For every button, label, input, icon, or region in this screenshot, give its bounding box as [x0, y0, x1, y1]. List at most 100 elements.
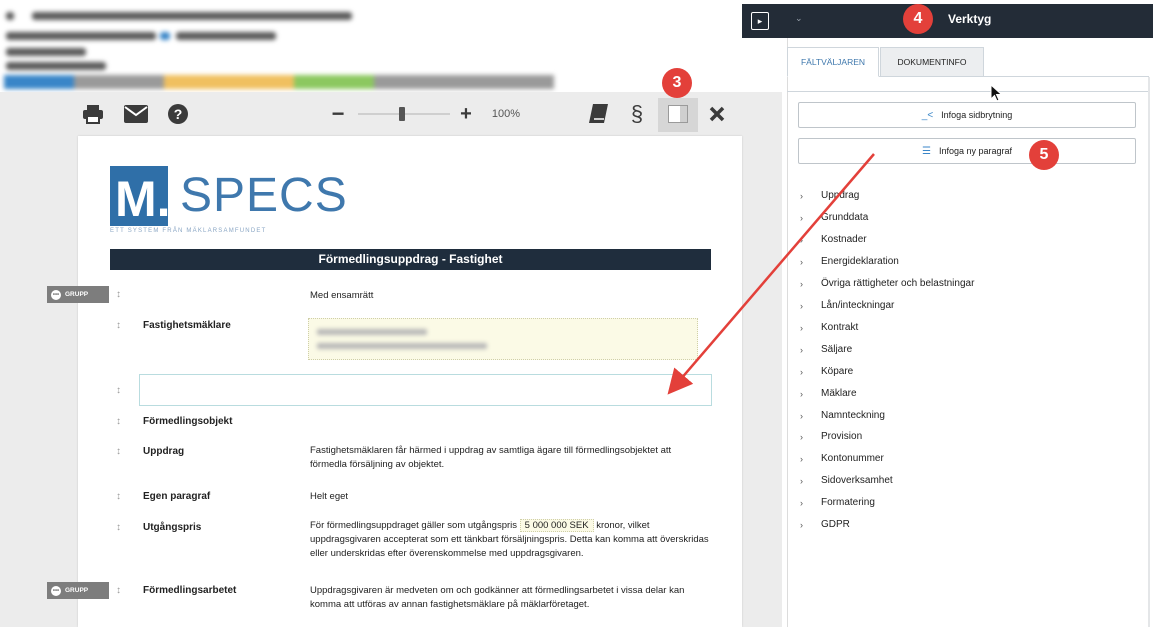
category-label: Kontonummer	[821, 453, 884, 464]
category-item[interactable]: › Sidoverksamhet	[800, 475, 893, 486]
category-item[interactable]: › Säljare	[800, 344, 852, 355]
chevron-down-icon[interactable]: ⌄	[795, 13, 803, 24]
row-text[interactable]: Uppdragsgivaren är medveten om och godkä…	[310, 584, 710, 612]
book-icon[interactable]	[586, 100, 610, 128]
close-icon[interactable]	[706, 100, 728, 128]
group-tag-label: GRUPP	[65, 291, 89, 298]
row-label: Utgångspris	[143, 522, 202, 533]
logo-m-block: M.	[110, 166, 171, 227]
document-title: Förmedlingsuppdrag - Fastighet	[110, 249, 711, 270]
zoom-value: 100%	[491, 108, 521, 120]
paragraph-symbol-button[interactable]: §	[626, 100, 648, 128]
drag-handle-icon[interactable]: ↕	[116, 385, 121, 396]
sidebar-toggle-icon[interactable]: ▸	[751, 12, 769, 30]
tab-faltvaljaren[interactable]: FÄLTVÄLJAREN	[787, 47, 879, 77]
category-item[interactable]: › Köpare	[800, 366, 853, 377]
new-paragraph-dropzone[interactable]	[139, 374, 712, 406]
insert-paragraph-button[interactable]: ☰ Infoga ny paragraf	[798, 138, 1136, 164]
chevron-right-icon: ›	[800, 519, 803, 530]
drag-handle-icon[interactable]: ↕	[116, 320, 121, 331]
category-item[interactable]: › Lån/inteckningar	[800, 300, 894, 311]
callout-badge-5: 5	[1029, 140, 1059, 170]
price-field[interactable]: 5 000 000 SEK	[519, 519, 594, 532]
row-text[interactable]: Med ensamrätt	[310, 289, 710, 303]
chevron-right-icon: ›	[800, 366, 803, 377]
chevron-right-icon: ›	[800, 234, 803, 245]
logo-m: M.	[115, 171, 171, 227]
category-label: Sidoverksamhet	[821, 475, 893, 486]
zoom-slider-thumb[interactable]	[399, 107, 405, 121]
question-icon[interactable]: ?	[166, 100, 190, 128]
drag-handle-icon[interactable]: ↕	[116, 416, 121, 427]
row-text[interactable]: Helt eget	[310, 490, 710, 504]
section-divider	[787, 91, 1149, 92]
drag-handle-icon[interactable]: ↕	[116, 446, 121, 457]
text-before: För förmedlingsuppdraget gäller som utgå…	[310, 520, 517, 531]
category-item[interactable]: › Kontrakt	[800, 322, 858, 333]
chevron-right-icon: ›	[800, 388, 803, 399]
drag-handle-icon[interactable]: ↕	[116, 289, 121, 300]
broker-field[interactable]	[308, 318, 698, 360]
group-tag[interactable]: ••• GRUPP	[47, 286, 109, 303]
blurred-header	[0, 0, 560, 92]
svg-text:?: ?	[174, 106, 183, 122]
group-tag[interactable]: ••• GRUPP	[47, 582, 109, 599]
zoom-in-button[interactable]: +	[456, 100, 476, 128]
printer-icon[interactable]	[81, 100, 105, 128]
drag-handle-icon[interactable]: ↕	[116, 491, 121, 502]
category-label: Mäklare	[821, 388, 857, 399]
envelope-icon[interactable]	[123, 100, 149, 128]
insert-page-break-label: Infoga sidbrytning	[941, 110, 1013, 120]
group-tag-label: GRUPP	[65, 587, 89, 594]
category-label: Uppdrag	[821, 190, 860, 201]
category-label: Lån/inteckningar	[821, 300, 895, 311]
chevron-right-icon: ›	[800, 300, 803, 311]
category-item[interactable]: › Energideklaration	[800, 256, 899, 267]
category-label: Köpare	[821, 366, 854, 377]
category-item[interactable]: › Kontonummer	[800, 453, 884, 464]
chevron-right-icon: ›	[800, 344, 803, 355]
chevron-right-icon: ›	[800, 190, 803, 201]
category-label: Namnteckning	[821, 410, 885, 421]
insert-page-break-button[interactable]: _< Infoga sidbrytning	[798, 102, 1136, 128]
category-item[interactable]: › Mäklare	[800, 388, 857, 399]
zoom-out-button[interactable]: −	[328, 100, 348, 128]
insert-paragraph-label: Infoga ny paragraf	[938, 146, 1013, 156]
category-label: Grunddata	[821, 212, 869, 223]
tab-dokumentinfo[interactable]: DOKUMENTINFO	[880, 47, 984, 77]
chevron-right-icon: ›	[800, 212, 803, 223]
callout-badge-3: 3	[662, 68, 692, 98]
row-label: Förmedlingsarbetet	[143, 585, 237, 596]
category-label: Kostnader	[821, 234, 867, 245]
panel-scrollbar[interactable]	[1148, 77, 1150, 627]
dots-icon: •••	[51, 585, 61, 596]
category-item[interactable]: › GDPR	[800, 519, 850, 530]
logo-text: SPECS	[180, 169, 348, 222]
category-label: Säljare	[821, 344, 853, 355]
category-item[interactable]: › Provision	[800, 431, 862, 442]
row-label: Fastighetsmäklare	[143, 320, 231, 331]
category-label: Övriga rättigheter och belastningar	[821, 278, 975, 289]
chevron-right-icon: ›	[800, 410, 803, 421]
drag-handle-icon[interactable]: ↕	[116, 522, 121, 533]
page-break-icon: _<	[921, 109, 934, 121]
category-label: Provision	[821, 431, 863, 442]
category-label: Formatering	[821, 497, 875, 508]
category-item[interactable]: › Grunddata	[800, 212, 868, 223]
row-label: Egen paragraf	[143, 491, 211, 502]
category-item[interactable]: › Övriga rättigheter och belastningar	[800, 278, 974, 289]
category-item[interactable]: › Uppdrag	[800, 190, 859, 201]
chevron-right-icon: ›	[800, 431, 803, 442]
mouse-cursor-icon	[990, 84, 1003, 102]
category-item[interactable]: › Namnteckning	[800, 410, 885, 421]
category-item[interactable]: › Kostnader	[800, 234, 867, 245]
category-label: Kontrakt	[821, 322, 859, 333]
chevron-right-icon: ›	[800, 322, 803, 333]
row-label: Uppdrag	[143, 446, 185, 457]
logo-tagline: ETT SYSTEM FRÅN MÄKLARSAMFUNDET	[110, 228, 267, 234]
panel-toggle-icon[interactable]	[665, 100, 691, 128]
row-text[interactable]: Fastighetsmäklaren får härmed i uppdrag …	[310, 444, 710, 472]
category-item[interactable]: › Formatering	[800, 497, 875, 508]
row-text[interactable]: För förmedlingsuppdraget gäller som utgå…	[310, 519, 710, 561]
drag-handle-icon[interactable]: ↕	[116, 585, 121, 596]
